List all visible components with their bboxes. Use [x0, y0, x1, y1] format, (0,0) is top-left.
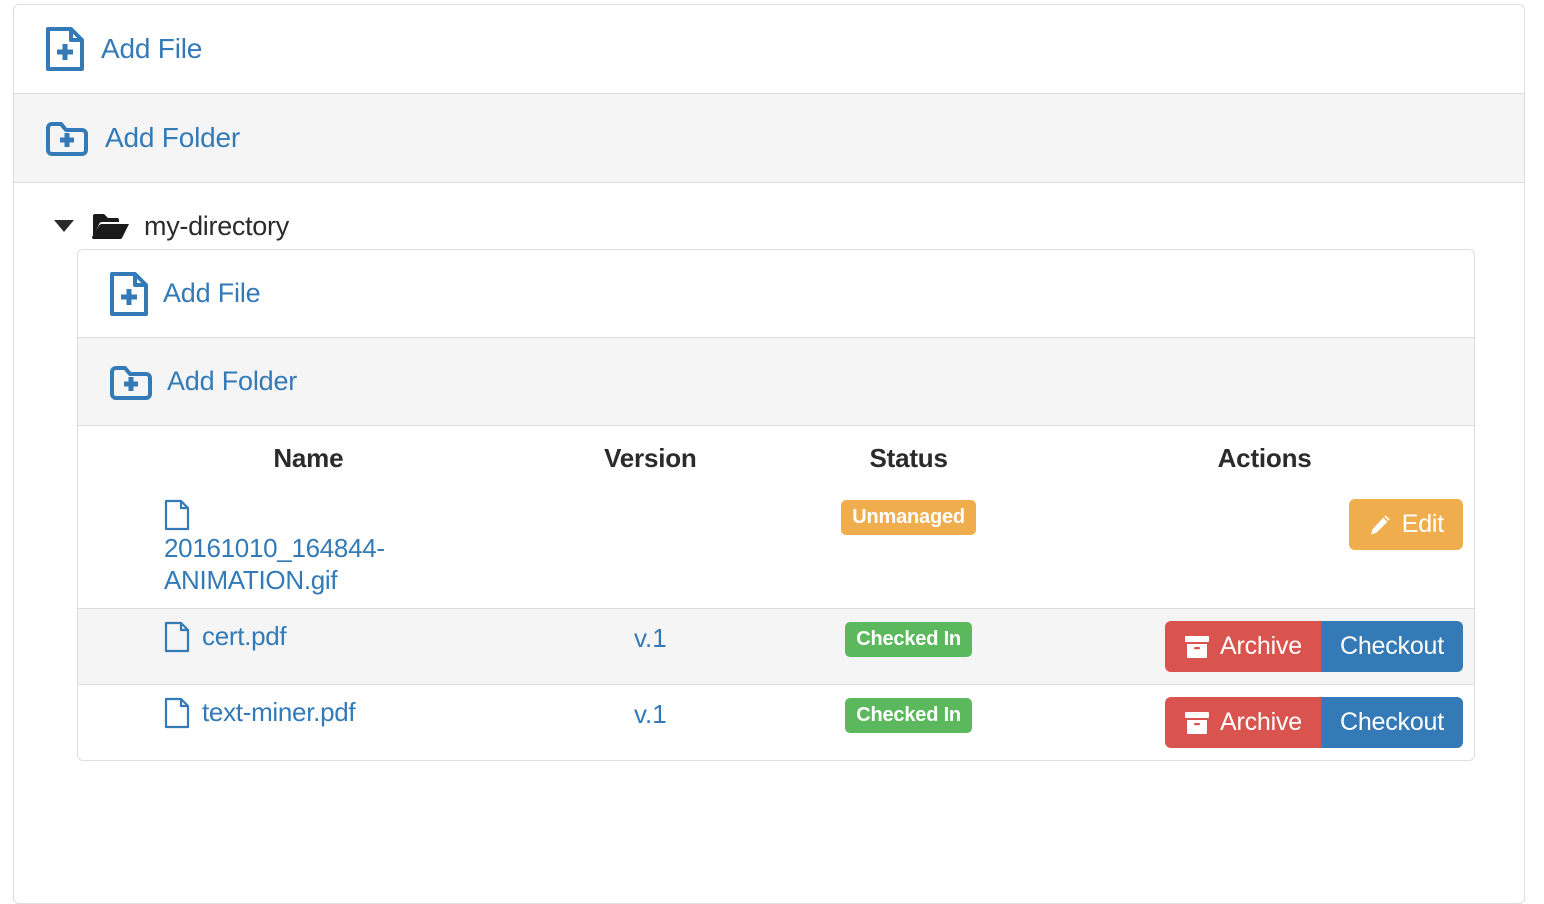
checkout-button[interactable]: Checkout — [1320, 621, 1463, 673]
table-row: text-miner.pdf v.1 Checked In Archive Checko… — [78, 684, 1474, 761]
action-button-group: Edit — [1348, 499, 1463, 550]
column-header-status: Status — [869, 443, 948, 473]
status-badge: Checked In — [845, 622, 972, 658]
file-status-cell: Checked In — [762, 608, 1056, 685]
file-actions-cell: Archive Checkout — [1055, 684, 1474, 761]
file-document-icon — [164, 499, 190, 531]
file-name-link[interactable]: cert.pdf — [202, 621, 287, 653]
edit-button[interactable]: Edit — [1348, 499, 1463, 550]
file-status-cell: Checked In — [762, 684, 1056, 761]
root-add-file-label: Add File — [101, 33, 203, 64]
file-name-cell: cert.pdf — [78, 608, 539, 685]
column-header-actions: Actions — [1217, 443, 1312, 473]
status-badge: Unmanaged — [841, 500, 976, 535]
file-status-cell: Unmanaged — [762, 487, 1055, 609]
file-plus-icon — [45, 26, 85, 72]
root-add-folder-label: Add Folder — [105, 122, 240, 153]
root-add-file-row[interactable]: Add File — [14, 5, 1524, 94]
archive-button[interactable]: Archive — [1165, 621, 1321, 673]
status-badge: Checked In — [845, 698, 972, 734]
button-label: Checkout — [1339, 708, 1444, 737]
repository-panel: Add File Add Folder my-directory Add Fil… — [13, 4, 1525, 904]
directory-name: my-directory — [144, 210, 289, 241]
root-add-folder-row[interactable]: Add Folder — [14, 94, 1524, 183]
file-name-link[interactable]: text-miner.pdf — [202, 697, 356, 729]
file-name-cell: 20161010_164844-ANIMATION.gif — [78, 487, 539, 609]
file-version-cell — [539, 487, 762, 609]
button-label: Checkout — [1339, 632, 1444, 661]
button-label: Archive — [1220, 708, 1302, 737]
caret-down-icon[interactable] — [54, 220, 74, 232]
archive-box-icon — [1185, 635, 1210, 658]
column-header-version: Version — [604, 443, 697, 473]
file-version-cell: v.1 — [538, 684, 763, 761]
file-table-body: 20161010_164844-ANIMATION.gif Unmanaged Ed… — [78, 487, 1474, 761]
column-header-name: Name — [273, 443, 344, 473]
file-plus-icon — [109, 271, 149, 317]
directory-tree: my-directory Add File Add Folder Name Ve… — [14, 183, 1524, 783]
directory-row-my-directory[interactable]: my-directory — [14, 203, 1524, 249]
archive-button[interactable]: Archive — [1165, 697, 1321, 749]
file-actions-cell: Archive Checkout — [1055, 608, 1474, 685]
folder-open-icon — [92, 211, 130, 241]
file-actions-cell: Edit — [1055, 487, 1474, 609]
button-label: Edit — [1401, 510, 1444, 538]
directory-contents: Add File Add Folder Name Version Status … — [14, 249, 1524, 783]
archive-box-icon — [1185, 711, 1210, 734]
dir-add-file-label: Add File — [163, 278, 261, 308]
dir-add-folder-label: Add Folder — [167, 366, 298, 396]
action-button-group: Archive Checkout — [1165, 621, 1463, 673]
action-button-group: Archive Checkout — [1165, 697, 1463, 749]
file-version-cell: v.1 — [538, 608, 763, 685]
file-document-icon — [164, 622, 190, 653]
file-table: Name Version Status Actions 20161010_164… — [78, 426, 1474, 761]
table-header-row: Name Version Status Actions — [78, 426, 1474, 487]
table-row: cert.pdf v.1 Checked In Archive Checkout — [78, 608, 1474, 685]
folder-plus-icon — [109, 363, 153, 401]
folder-plus-icon — [45, 119, 89, 157]
pencil-icon — [1370, 514, 1390, 534]
file-document-icon — [164, 698, 190, 729]
checkout-button[interactable]: Checkout — [1320, 697, 1463, 749]
directory-panel: Add File Add Folder Name Version Status … — [77, 249, 1475, 762]
button-label: Archive — [1220, 632, 1302, 661]
file-name-link[interactable]: 20161010_164844-ANIMATION.gif — [164, 533, 525, 596]
file-name-cell: text-miner.pdf — [78, 684, 539, 761]
table-row: 20161010_164844-ANIMATION.gif Unmanaged Ed… — [78, 487, 1474, 609]
dir-add-file-row[interactable]: Add File — [78, 250, 1474, 338]
dir-add-folder-row[interactable]: Add Folder — [78, 338, 1474, 426]
